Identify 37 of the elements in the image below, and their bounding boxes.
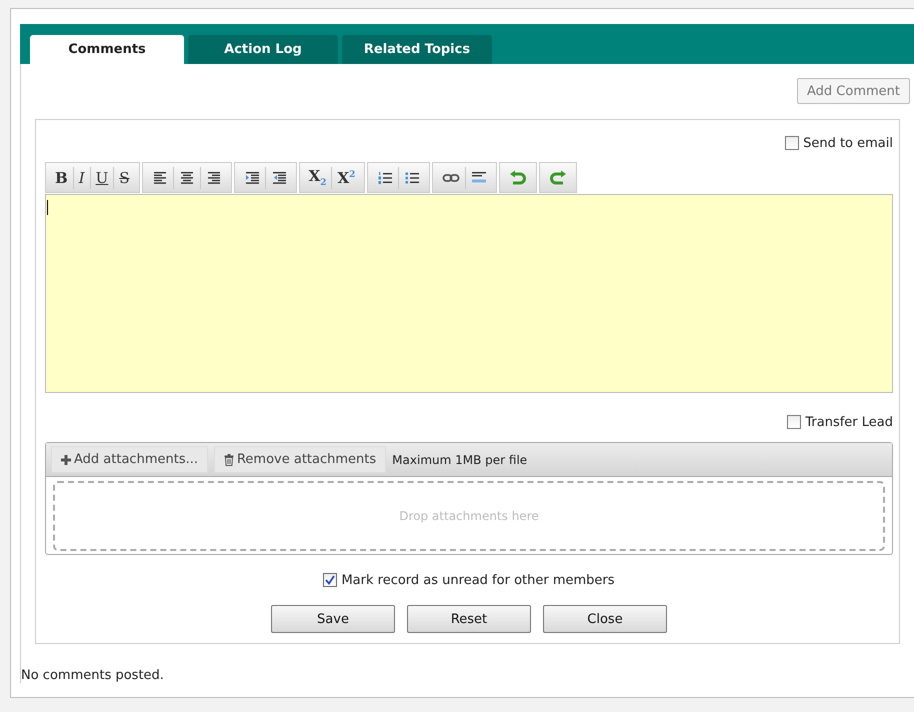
form-button[interactable]: Save (271, 605, 395, 633)
tab[interactable]: Action Log (188, 35, 338, 64)
strike-button[interactable]: S (115, 166, 134, 188)
bullet-list-icon[interactable] (404, 170, 420, 184)
checkbox[interactable] (323, 573, 338, 587)
undo-icon[interactable] (509, 170, 528, 186)
ordered-list-icon[interactable] (377, 170, 394, 184)
superscript-button[interactable]: X$^{2}$ (333, 166, 360, 188)
add-comment-button[interactable]: Add Comment (797, 78, 910, 104)
check-icon (325, 575, 336, 585)
align-center-icon[interactable] (178, 170, 195, 184)
checkbox[interactable] (785, 136, 800, 150)
checkbox[interactable] (787, 415, 802, 429)
checkbox-label: Transfer Lead (805, 414, 893, 430)
italic-button[interactable]: I (74, 166, 89, 188)
trash-icon (224, 454, 234, 466)
subscript-button[interactable]: X$_{2}$ (304, 166, 330, 188)
remove-attachments-button[interactable]: Remove attachments (214, 446, 386, 473)
empty-message: No comments posted. (21, 668, 165, 683)
outdent-icon[interactable] (270, 170, 287, 184)
horizontal-rule-icon[interactable] (471, 170, 488, 184)
form-button[interactable]: Reset (407, 605, 531, 633)
tab[interactable]: Related Topics (342, 35, 492, 64)
add-attachments-button[interactable]: Add attachments... (51, 446, 208, 473)
align-left-icon[interactable] (152, 170, 168, 184)
checkbox-label: Send to email (803, 136, 893, 150)
file-size-limit: Maximum 1MB per file (392, 452, 528, 466)
drop-zone-placeholder: Drop attachments here (399, 509, 539, 523)
bold-button[interactable]: B (51, 166, 72, 188)
redo-icon[interactable] (549, 170, 568, 186)
underline-button[interactable]: U (92, 166, 112, 188)
indent-icon[interactable] (244, 170, 260, 184)
tab[interactable]: Comments (30, 35, 184, 64)
align-right-icon[interactable] (206, 170, 222, 184)
checkbox-label: Mark record as unread for other members (341, 572, 615, 588)
plus-icon (61, 454, 71, 464)
form-button[interactable]: Close (543, 605, 667, 633)
